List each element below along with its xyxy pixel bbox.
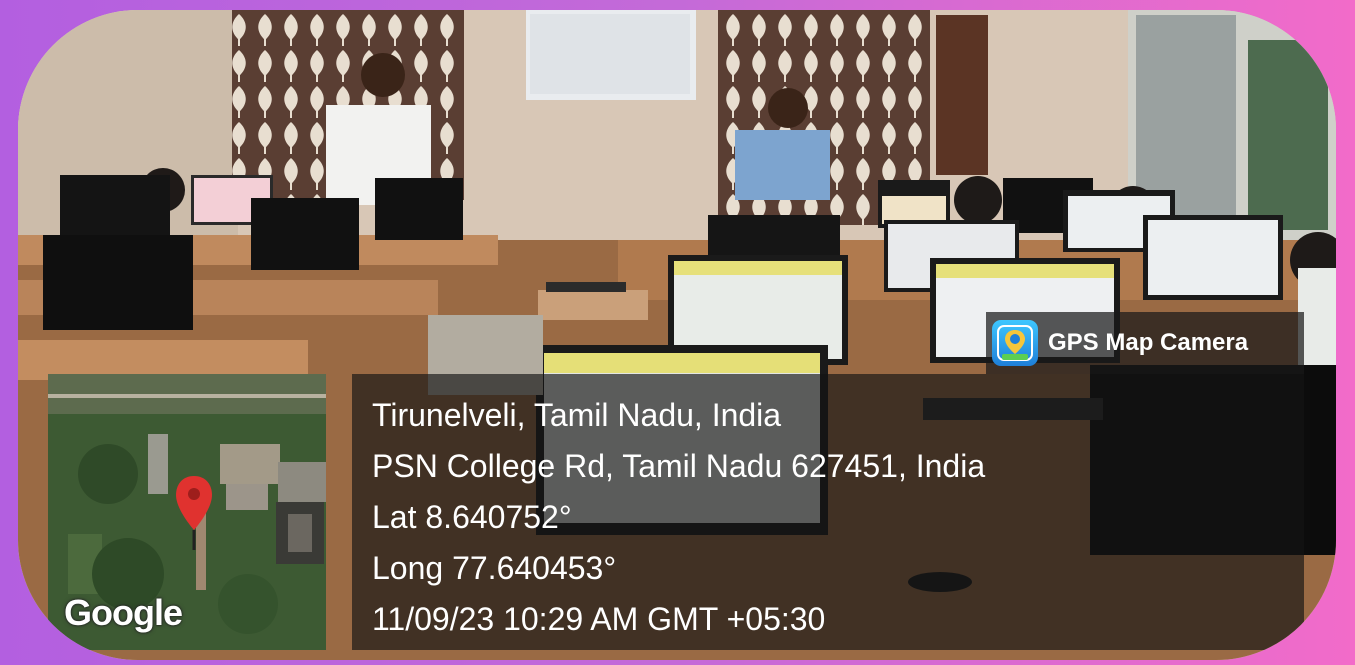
latitude-line: Lat 8.640752° bbox=[372, 499, 572, 535]
datetime-line: 11/09/23 10:29 AM GMT +05:30 bbox=[372, 601, 826, 637]
gps-map-camera-badge: GPS Map Camera bbox=[986, 312, 1304, 374]
location-info-panel: Tirunelveli, Tamil Nadu, India PSN Colle… bbox=[352, 374, 1304, 650]
longitude-line: Long 77.640453° bbox=[372, 550, 617, 586]
location-pin-icon bbox=[176, 476, 212, 550]
city-line: Tirunelveli, Tamil Nadu, India bbox=[372, 397, 782, 433]
map-pin-app-icon bbox=[992, 320, 1038, 366]
satellite-map-thumbnail[interactable]: Google bbox=[48, 374, 326, 650]
google-logo: Google bbox=[64, 592, 183, 633]
address-line: PSN College Rd, Tamil Nadu 627451, India bbox=[372, 448, 986, 484]
badge-label: GPS Map Camera bbox=[1048, 329, 1249, 356]
computer-lab-photo: GPS Map Camera Google Tirunelveli, Tamil… bbox=[18, 10, 1336, 660]
